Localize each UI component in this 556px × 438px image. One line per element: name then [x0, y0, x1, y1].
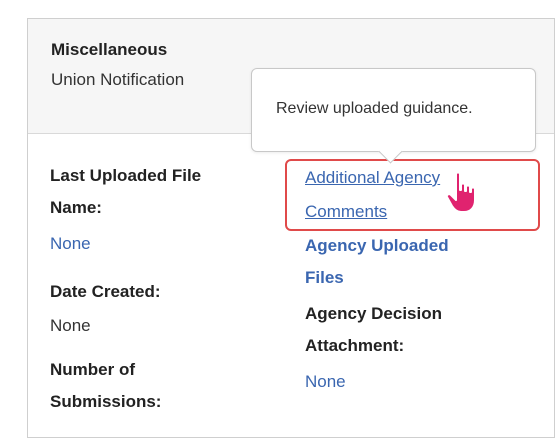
agency-decision-label: Agency Decision Attachment: — [305, 304, 442, 355]
last-uploaded-label: Last Uploaded File Name: — [50, 166, 202, 217]
section-title: Miscellaneous — [51, 40, 168, 59]
hand-cursor-icon — [445, 171, 476, 213]
tooltip-text: Review uploaded guidance. — [276, 100, 473, 117]
agency-decision-value: None — [305, 372, 346, 391]
last-uploaded-value: None — [50, 234, 91, 253]
date-created-label: Date Created: — [50, 282, 161, 301]
section-subtitle: Union Notification — [51, 70, 185, 89]
agency-uploaded-files-heading[interactable]: Agency Uploaded Files — [305, 230, 449, 294]
date-created-value: None — [50, 316, 91, 335]
submissions-label: Number of Submissions: — [50, 360, 162, 411]
tooltip: Review uploaded guidance. — [251, 68, 536, 164]
